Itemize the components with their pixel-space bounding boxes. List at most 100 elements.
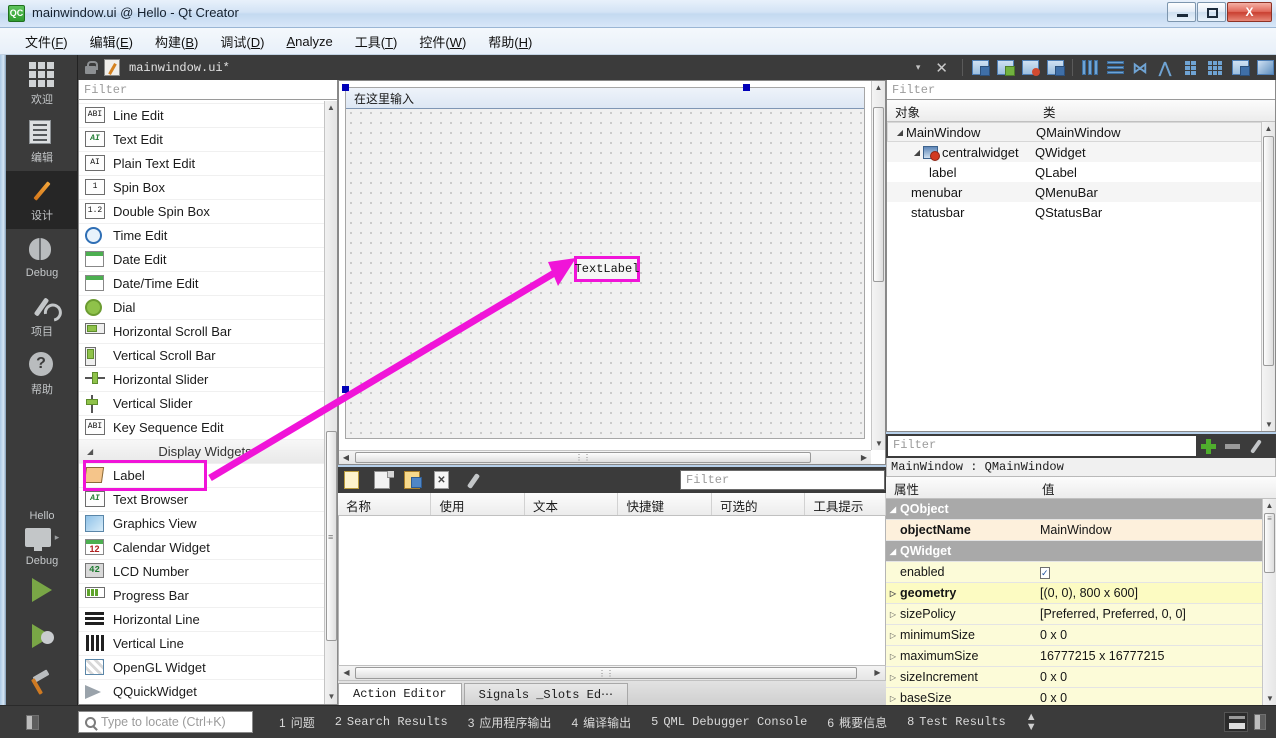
object-tree[interactable]: ◢ MainWindow QMainWindow ◢ centralwidget QWid… — [887, 122, 1275, 222]
output-pane-button-8[interactable]: 8 Test Results — [897, 715, 1016, 729]
property-row[interactable]: objectName MainWindow — [886, 520, 1276, 541]
resize-handle-top-right[interactable] — [743, 84, 750, 91]
widget-box-item-text-browser[interactable]: AI Text Browser — [79, 488, 325, 512]
widget-box-item-progress-bar[interactable]: Progress Bar — [79, 584, 325, 608]
adjust-size-button[interactable] — [1254, 58, 1276, 78]
resize-handle-top-left[interactable] — [342, 84, 349, 91]
output-pane-button-1[interactable]: 1 问题 — [269, 714, 325, 731]
chevron-down-icon[interactable]: ▾ — [916, 62, 925, 73]
object-row[interactable]: label QLabel — [887, 162, 1275, 182]
layout-grid-button[interactable] — [1204, 58, 1226, 78]
expand-triangle-icon[interactable]: ▷ — [886, 631, 900, 640]
property-row[interactable]: enabled ✓ — [886, 562, 1276, 583]
widget-box-list[interactable]: ABI Line Edit AI Text Edit AI Plain Text Edit… — [79, 100, 337, 703]
widget-box-item-plain-text-edit[interactable]: AI Plain Text Edit — [79, 152, 325, 176]
output-pane-button-6[interactable]: 6 概要信息 — [817, 714, 897, 731]
property-value[interactable]: 16777215 x 16777215 — [1034, 649, 1164, 663]
action-column-header-4[interactable]: 可选的 — [712, 493, 806, 515]
widget-box-item-vertical-line[interactable]: Vertical Line — [79, 632, 325, 656]
widget-box-item-horizontal-line[interactable]: Horizontal Line — [79, 608, 325, 632]
widget-box-item-vertical-slider[interactable]: Vertical Slider — [79, 392, 325, 416]
layout-horizontally-button[interactable] — [1079, 58, 1101, 78]
widget-box-item-date-time-edit[interactable]: Date/Time Edit — [79, 272, 325, 296]
toggle-right-sidebar-icon[interactable] — [1254, 714, 1266, 730]
expand-triangle-icon[interactable]: ▷ — [886, 673, 900, 682]
action-view-options-button[interactable] — [464, 471, 484, 490]
mode-help[interactable]: ? 帮助 — [6, 345, 78, 403]
layout-form-button[interactable] — [1179, 58, 1201, 78]
minimize-button[interactable] — [1167, 2, 1196, 22]
form-vscroll-thumb[interactable] — [873, 107, 884, 282]
property-row[interactable]: ▷ minimumSize 0 x 0 — [886, 625, 1276, 646]
menu-item-0[interactable]: 文件(F) — [14, 29, 79, 54]
form-menubar-placeholder[interactable]: 在这里输入 — [354, 90, 414, 107]
mode-edit[interactable]: 编辑 — [6, 113, 78, 171]
layout-splitter-horizontal-button[interactable]: ⋈ — [1129, 58, 1151, 78]
edit-tab-order-button[interactable] — [1044, 58, 1066, 78]
action-editor-tab-0[interactable]: Action Editor — [338, 683, 462, 705]
widget-box-item-time-edit[interactable]: Time Edit — [79, 224, 325, 248]
object-filter-input[interactable]: Filter — [887, 80, 1275, 100]
unlocked-icon[interactable] — [84, 60, 98, 75]
pe-scroll-down-icon[interactable]: ▼ — [1263, 692, 1276, 705]
mode-welcome[interactable]: 欢迎 — [6, 55, 78, 113]
menu-item-1[interactable]: 编辑(E) — [79, 29, 144, 54]
property-editor-scrollbar[interactable]: ▲ ≡ ▼ — [1262, 499, 1276, 705]
output-pane-button-5[interactable]: 5 QML Debugger Console — [641, 715, 817, 729]
scroll-up-icon[interactable]: ▲ — [325, 101, 337, 115]
widget-box-item-graphics-view[interactable]: Graphics View — [79, 512, 325, 536]
delete-action-button[interactable]: ✕ — [434, 470, 454, 490]
action-table-body[interactable] — [338, 516, 886, 680]
property-value[interactable]: [Preferred, Preferred, 0, 0] — [1034, 607, 1186, 621]
oi-scroll-up-icon[interactable]: ▲ — [1262, 122, 1275, 135]
property-row[interactable]: ▷ sizeIncrement 0 x 0 — [886, 667, 1276, 688]
action-column-header-0[interactable]: 名称 — [338, 493, 432, 515]
locator-input[interactable]: Type to locate (Ctrl+K) — [78, 711, 253, 733]
menu-item-6[interactable]: 控件(W) — [408, 29, 477, 54]
edit-action-button[interactable] — [404, 470, 424, 490]
mode-debug[interactable]: Debug — [6, 229, 78, 287]
property-row[interactable]: ▷ geometry [(0, 0), 800 x 600] — [886, 583, 1276, 604]
pe-scroll-up-icon[interactable]: ▲ — [1263, 499, 1276, 512]
build-button[interactable] — [6, 659, 78, 705]
pe-scroll-thumb[interactable]: ≡ — [1264, 513, 1275, 573]
form-vertical-scrollbar[interactable]: ▲ ▼ — [871, 81, 885, 450]
configure-property-view-button[interactable] — [1244, 435, 1268, 457]
menu-item-3[interactable]: 调试(D) — [209, 29, 275, 54]
output-pane-button-3[interactable]: 3 应用程序输出 — [458, 714, 562, 731]
widget-box-item-label[interactable]: Label — [79, 464, 325, 488]
layout-vertically-button[interactable] — [1104, 58, 1126, 78]
menu-item-2[interactable]: 构建(B) — [144, 29, 209, 54]
group-triangle-icon[interactable]: ◢ — [886, 547, 900, 556]
action-filter-input[interactable]: Filter — [680, 470, 885, 490]
copy-action-button[interactable] — [374, 470, 394, 490]
widget-box-item-horizontal-slider[interactable]: Horizontal Slider — [79, 368, 325, 392]
edit-widgets-button[interactable] — [969, 58, 991, 78]
form-menubar[interactable]: 在这里输入 — [346, 88, 864, 109]
form-canvas[interactable]: 在这里输入 TextLabel — [339, 81, 871, 450]
kit-selector[interactable]: ▸ — [6, 528, 78, 551]
widget-box-item-calendar-widget[interactable]: 12 Calendar Widget — [79, 536, 325, 560]
property-value[interactable]: ✓ — [1034, 565, 1050, 579]
widget-box-group-header[interactable]: ◢ Display Widgets — [79, 440, 325, 464]
break-layout-button[interactable] — [1229, 58, 1251, 78]
open-file-name[interactable]: mainwindow.ui* — [129, 61, 230, 75]
up-down-arrows-icon[interactable]: ▲ ▼ — [1026, 712, 1037, 733]
close-button[interactable]: X — [1227, 2, 1272, 22]
form-scroll-left-icon[interactable]: ◀ — [339, 451, 353, 464]
mode-design[interactable]: 设计 — [6, 171, 78, 229]
object-row[interactable]: ◢ centralwidget QWidget — [887, 142, 1275, 162]
property-value[interactable]: [(0, 0), 800 x 600] — [1034, 586, 1138, 600]
widget-box-scrollbar[interactable]: ▲ ▼ — [324, 101, 337, 704]
edit-buddies-button[interactable] — [1019, 58, 1041, 78]
maximize-button[interactable] — [1197, 2, 1226, 22]
widget-box-item-lcd-number[interactable]: 42 LCD Number — [79, 560, 325, 584]
expand-triangle-icon[interactable]: ▷ — [886, 589, 900, 598]
property-row[interactable]: ◢ QWidget — [886, 541, 1276, 562]
widget-box-item-qquickwidget[interactable]: QQuickWidget — [79, 680, 325, 703]
property-checkbox[interactable]: ✓ — [1040, 567, 1050, 579]
close-document-icon[interactable]: ✕ — [927, 59, 956, 77]
property-value[interactable]: MainWindow — [1034, 523, 1112, 537]
scroll-thumb[interactable] — [326, 431, 337, 641]
widget-box-item-date-edit[interactable]: Date Edit — [79, 248, 325, 272]
